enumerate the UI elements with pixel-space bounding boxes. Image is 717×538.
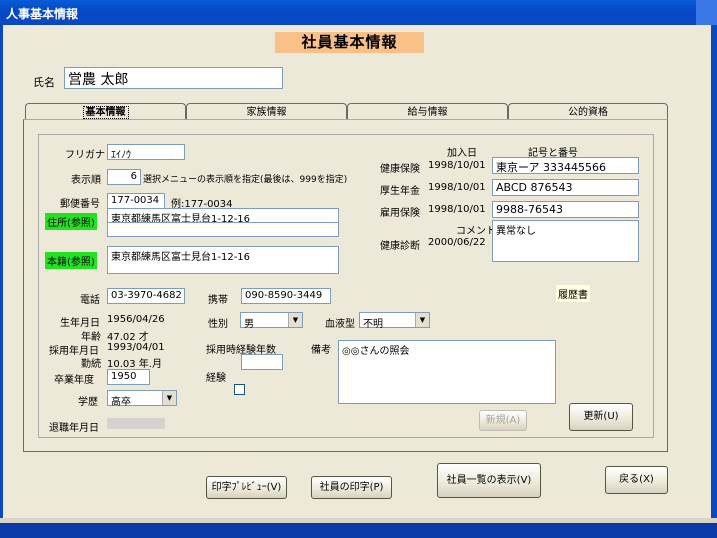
print-preview-button[interactable]: 印字ﾌﾟﾚﾋﾞｭｰ(V) bbox=[206, 476, 287, 499]
order-note: 選択メニューの表示順を指定(最後は、999を指定) bbox=[143, 175, 348, 185]
furigana-field[interactable]: ｴｲﾉｳ bbox=[107, 144, 185, 160]
experience-label: 経験 bbox=[206, 373, 226, 384]
retirement-date-field[interactable] bbox=[107, 418, 165, 429]
name-field[interactable]: 営農 太郎 bbox=[64, 67, 283, 89]
name-label: 氏名 bbox=[33, 76, 55, 89]
experience-checkbox[interactable] bbox=[234, 384, 245, 395]
birth-label: 生年月日 bbox=[60, 318, 100, 329]
chevron-down-icon[interactable]: ▼ bbox=[162, 391, 176, 405]
health-insurance-label: 健康保険 bbox=[380, 164, 420, 175]
health-checkup-comment[interactable]: 異常なし bbox=[492, 220, 639, 262]
pension-date: 1998/10/01 bbox=[428, 182, 486, 193]
update-button[interactable]: 更新(U) bbox=[569, 403, 633, 431]
hire-date-value: 1993/04/01 bbox=[107, 342, 165, 353]
employment-insurance-number[interactable]: 9988-76543 bbox=[492, 201, 639, 218]
window-frame-left bbox=[0, 25, 3, 523]
address-lookup-button[interactable]: 住所(参照) bbox=[45, 213, 97, 230]
tab-basic-info[interactable]: 基本情報 bbox=[25, 103, 186, 120]
graduation-year-label: 卒業年度 bbox=[54, 375, 94, 386]
employment-insurance-label: 雇用保険 bbox=[380, 208, 420, 219]
tenure-value: 10.03 年.月 bbox=[107, 359, 162, 370]
education-select[interactable]: 高卒 ▼ bbox=[107, 390, 177, 408]
page-title: 社員基本情報 bbox=[275, 32, 424, 53]
joined-date-header: 加入日 bbox=[447, 148, 477, 159]
note-field[interactable]: ◎◎さんの照会 bbox=[338, 340, 556, 404]
zip-label: 郵便番号 bbox=[60, 199, 100, 210]
tab-public-qualifications[interactable]: 公的資格 bbox=[508, 103, 668, 120]
print-employee-button[interactable]: 社員の印字(P) bbox=[311, 476, 392, 499]
furigana-label: フリガナ bbox=[65, 150, 105, 161]
domicile-field[interactable]: 東京都練馬区富士見台1-12-16 bbox=[107, 246, 339, 274]
mobile-label: 携帯 bbox=[208, 295, 228, 306]
window-frame-right bbox=[711, 25, 717, 523]
phone-field[interactable]: 03-3970-4682 bbox=[107, 288, 185, 304]
chevron-down-icon[interactable]: ▼ bbox=[415, 313, 429, 327]
health-insurance-date: 1998/10/01 bbox=[428, 160, 486, 171]
window-titlebar[interactable]: 人事基本情報 bbox=[0, 0, 717, 25]
health-checkup-date: 2000/06/22 bbox=[428, 237, 486, 248]
gender-select[interactable]: 男 ▼ bbox=[240, 312, 303, 330]
birth-value: 1956/04/26 bbox=[107, 314, 165, 325]
health-checkup-label: 健康診断 bbox=[380, 241, 420, 252]
blood-type-select[interactable]: 不明 ▼ bbox=[359, 312, 430, 330]
tab-salary-info[interactable]: 給与情報 bbox=[347, 103, 508, 120]
back-button[interactable]: 戻る(X) bbox=[605, 466, 668, 494]
pension-label: 厚生年金 bbox=[380, 186, 420, 197]
order-field[interactable]: 6 bbox=[107, 169, 141, 185]
graduation-year-field[interactable]: 1950 bbox=[107, 369, 150, 385]
phone-label: 電話 bbox=[80, 295, 100, 306]
retirement-date-label: 退職年月日 bbox=[49, 423, 99, 434]
age-value: 47.02 才 bbox=[107, 332, 149, 343]
titlebar-edge bbox=[696, 0, 717, 25]
blood-type-label: 血液型 bbox=[325, 319, 355, 330]
gender-label: 性別 bbox=[208, 319, 228, 330]
comment-label: コメント bbox=[456, 226, 496, 237]
address-line1-field[interactable]: 東京都練馬区富士見台1-12-16 bbox=[107, 208, 339, 223]
experience-years-field[interactable] bbox=[241, 354, 283, 370]
chevron-down-icon[interactable]: ▼ bbox=[288, 313, 302, 327]
tab-family-info[interactable]: 家族情報 bbox=[186, 103, 347, 120]
new-button[interactable]: 新規(A) bbox=[479, 410, 527, 431]
pension-number[interactable]: ABCD 876543 bbox=[492, 179, 639, 196]
window-title: 人事基本情報 bbox=[6, 7, 79, 21]
mobile-field[interactable]: 090-8590-3449 bbox=[241, 288, 331, 304]
resume-label[interactable]: 履歴書 bbox=[556, 285, 590, 302]
employee-list-button[interactable]: 社員一覧の表示(V) bbox=[437, 463, 541, 498]
domicile-lookup-button[interactable]: 本籍(参照) bbox=[45, 252, 97, 269]
address-line2-field[interactable] bbox=[107, 222, 339, 237]
tenure-label: 勤続 bbox=[81, 359, 101, 370]
age-label: 年齢 bbox=[81, 332, 101, 343]
order-label: 表示順 bbox=[71, 175, 101, 186]
employment-insurance-date: 1998/10/01 bbox=[428, 204, 486, 215]
education-label: 学歴 bbox=[78, 397, 98, 408]
health-insurance-number[interactable]: 東京ーア 333445566 bbox=[492, 157, 639, 174]
zip-field[interactable]: 177-0034 bbox=[107, 193, 165, 209]
note-label: 備考 bbox=[311, 345, 331, 356]
window-frame-bottom bbox=[0, 523, 717, 538]
